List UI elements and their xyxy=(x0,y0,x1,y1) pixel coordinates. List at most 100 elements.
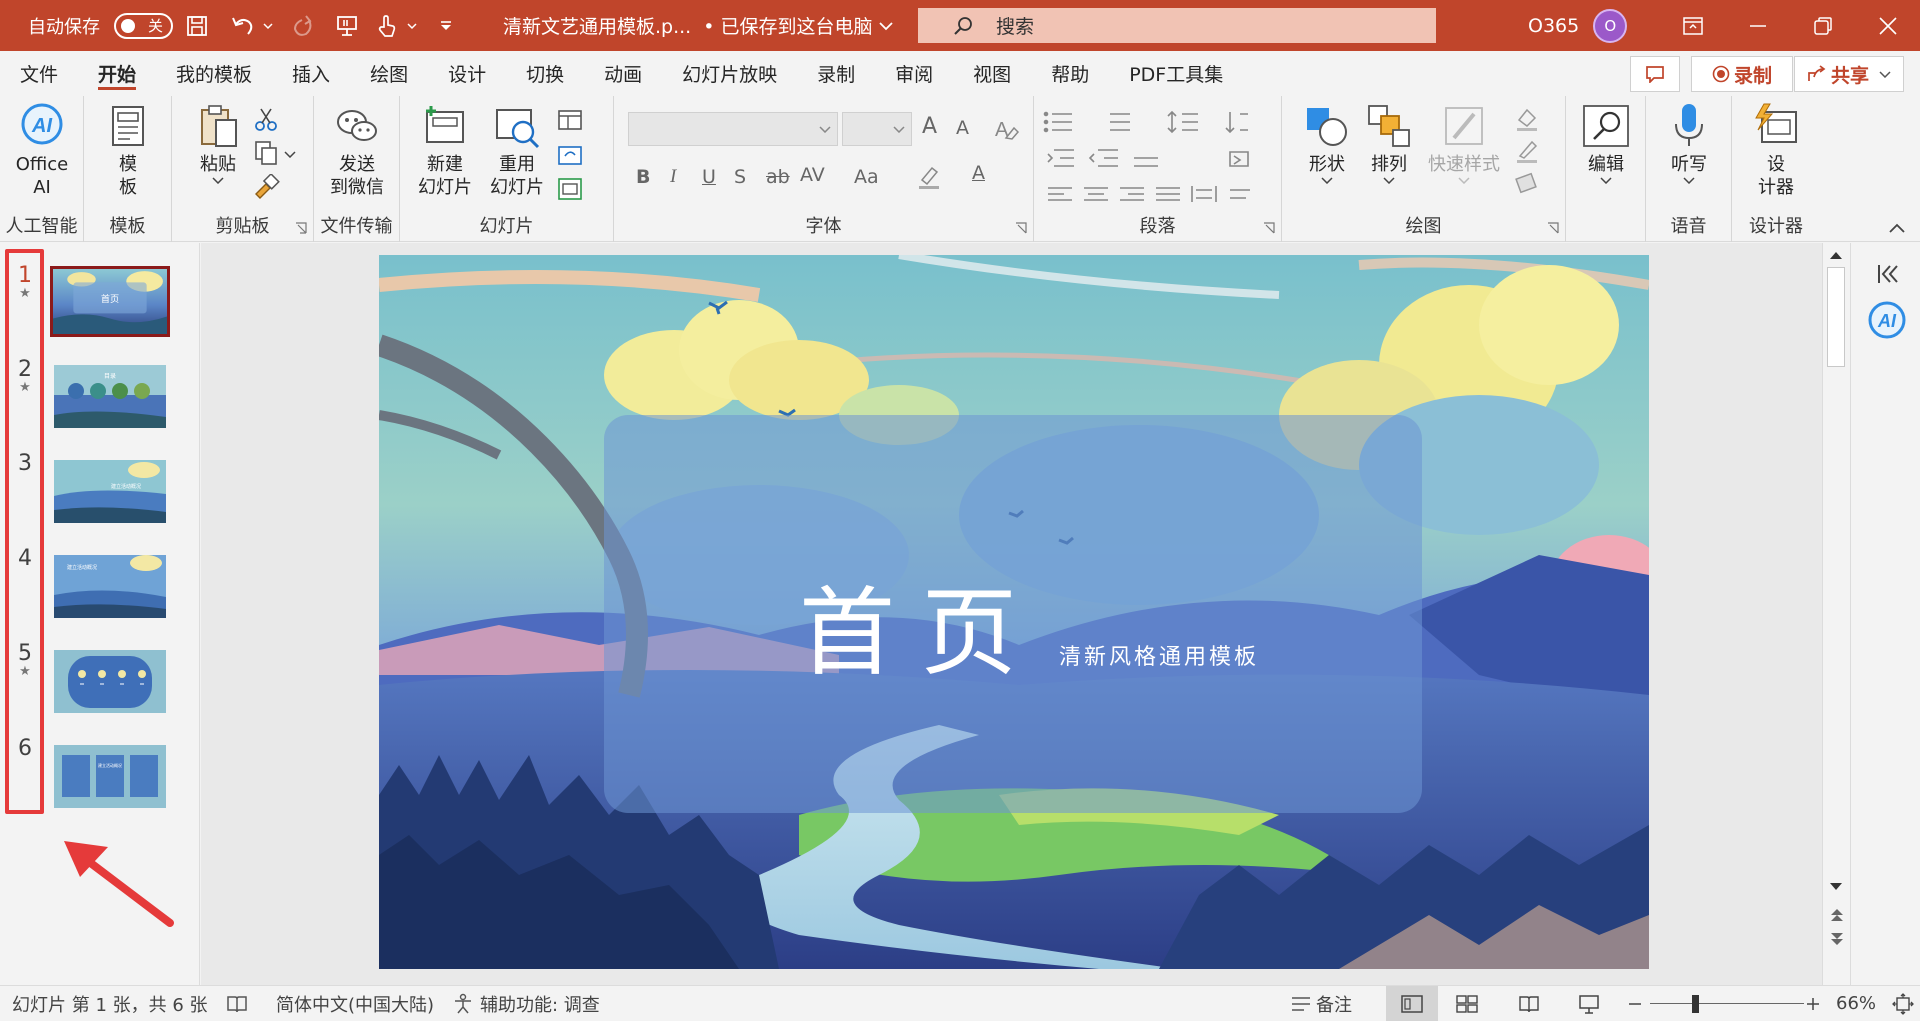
new-slide-button[interactable]: 新建 幻灯片 xyxy=(412,102,478,199)
collapse-ribbon-icon[interactable] xyxy=(1888,222,1906,234)
office-ai-button[interactable]: AI Office AI xyxy=(12,102,72,199)
ai-assistant-icon[interactable]: AI xyxy=(1867,300,1907,340)
close-icon[interactable] xyxy=(1855,0,1920,51)
arrange-button[interactable]: 排列 xyxy=(1362,102,1416,184)
spacing-button[interactable]: AV xyxy=(800,164,825,186)
grow-font-button[interactable]: A xyxy=(922,114,937,139)
shape-button[interactable]: 形状 xyxy=(1300,102,1354,184)
designer-button[interactable]: 设 计器 xyxy=(1746,102,1806,199)
current-slide[interactable]: 首页 清新风格通用模板 xyxy=(379,255,1649,969)
section-icon[interactable] xyxy=(556,176,584,202)
scroll-down-icon[interactable] xyxy=(1829,881,1843,893)
font-name-select[interactable] xyxy=(628,112,838,146)
slideshow-button[interactable] xyxy=(1578,986,1600,1021)
accessibility-status[interactable]: 辅助功能: 调查 xyxy=(452,986,600,1021)
slide-thumbnail-2[interactable]: 目录 xyxy=(54,365,166,428)
zoom-in-icon[interactable] xyxy=(1806,986,1820,1021)
font-color-button[interactable]: A xyxy=(972,162,985,184)
zoom-out-icon[interactable] xyxy=(1628,986,1642,1021)
tab-13[interactable]: PDF工具集 xyxy=(1109,51,1243,96)
spell-check-icon[interactable] xyxy=(226,986,248,1021)
search-input[interactable]: 搜索 xyxy=(918,8,1436,43)
undo-dropdown-icon[interactable] xyxy=(261,0,275,51)
tab-6[interactable]: 切换 xyxy=(506,51,584,96)
paste-button[interactable]: 粘贴 xyxy=(190,102,246,184)
tab-8[interactable]: 幻灯片放映 xyxy=(662,51,797,96)
slide-title[interactable]: 首页 xyxy=(799,555,1043,694)
shrink-font-button[interactable]: A xyxy=(956,117,969,139)
dictate-button[interactable]: 听写 xyxy=(1660,102,1718,184)
highlight-icon[interactable] xyxy=(916,164,944,190)
underline-button[interactable]: U xyxy=(702,166,716,188)
shadow-button[interactable]: S xyxy=(734,166,746,188)
shape-outline-icon[interactable] xyxy=(1514,138,1542,164)
slide-subtitle[interactable]: 清新风格通用模板 xyxy=(1059,639,1259,671)
change-case-button[interactable]: Aa xyxy=(854,166,879,188)
fit-to-window-icon[interactable] xyxy=(1892,986,1914,1021)
layout-icon[interactable] xyxy=(556,108,584,134)
tab-5[interactable]: 设计 xyxy=(428,51,506,96)
slide-thumbnail-6[interactable]: 建立活动概况 xyxy=(54,745,166,808)
collapse-pane-icon[interactable] xyxy=(1876,263,1900,285)
slide-thumbnail-1[interactable]: 首页 xyxy=(50,266,170,337)
tab-11[interactable]: 视图 xyxy=(953,51,1031,96)
format-painter-icon[interactable] xyxy=(252,174,280,200)
minimize-icon[interactable] xyxy=(1725,0,1790,51)
zoom-slider[interactable] xyxy=(1650,986,1804,1021)
slide-sorter-button[interactable] xyxy=(1456,986,1478,1021)
slide-thumbnail-4[interactable]: 建立活动概况 xyxy=(54,555,166,618)
zoom-level[interactable]: 66% xyxy=(1836,986,1876,1021)
template-button[interactable]: 模 板 xyxy=(104,102,152,199)
shape-effects-icon[interactable] xyxy=(1514,170,1542,196)
save-icon[interactable] xyxy=(181,0,213,51)
autosave-toggle[interactable]: 关 xyxy=(114,12,173,39)
tab-4[interactable]: 绘图 xyxy=(350,51,428,96)
zoom-slider-thumb[interactable] xyxy=(1692,995,1699,1013)
paragraph-buttons[interactable] xyxy=(1034,100,1282,210)
presenter-icon[interactable] xyxy=(329,0,365,51)
copy-icon[interactable] xyxy=(252,140,280,166)
avatar[interactable]: O xyxy=(1593,8,1628,43)
italic-button[interactable]: I xyxy=(670,166,676,188)
cut-icon[interactable] xyxy=(252,106,280,132)
touch-dropdown-icon[interactable] xyxy=(405,0,419,51)
scroll-thumb[interactable] xyxy=(1827,267,1845,367)
send-to-wechat-button[interactable]: 发送 到微信 xyxy=(322,102,392,199)
tab-1[interactable]: 开始 xyxy=(78,51,156,96)
slide-thumbnail-5[interactable] xyxy=(54,650,166,713)
document-title[interactable]: 清新文艺通用模板.p... • 已保存到这台电脑 xyxy=(503,0,894,51)
record-button[interactable]: 录制 xyxy=(1691,56,1793,92)
restore-icon[interactable] xyxy=(1790,0,1855,51)
editing-button[interactable]: 编辑 xyxy=(1578,102,1634,184)
slide-thumbnail-3[interactable]: 建立活动概况 xyxy=(54,460,166,523)
account-area[interactable]: O365 O xyxy=(1528,0,1628,51)
share-button[interactable]: 共享 xyxy=(1794,56,1904,92)
tab-9[interactable]: 录制 xyxy=(797,51,875,96)
copy-dropdown-icon[interactable] xyxy=(284,150,296,158)
reuse-slide-button[interactable]: 重用 幻灯片 xyxy=(484,102,550,199)
tab-2[interactable]: 我的模板 xyxy=(156,51,272,96)
scroll-up-icon[interactable] xyxy=(1829,249,1843,261)
reading-view-button[interactable] xyxy=(1518,986,1540,1021)
tab-3[interactable]: 插入 xyxy=(272,51,350,96)
next-slide-icon[interactable] xyxy=(1829,931,1845,947)
font-size-select[interactable] xyxy=(842,112,912,146)
previous-slide-icon[interactable] xyxy=(1829,907,1845,923)
comments-button[interactable] xyxy=(1630,56,1680,92)
tab-10[interactable]: 审阅 xyxy=(875,51,953,96)
clear-format-icon[interactable]: A xyxy=(992,116,1020,142)
reset-icon[interactable] xyxy=(556,142,584,168)
notes-button[interactable]: 备注 xyxy=(1290,986,1352,1021)
quick-style-button[interactable]: 快速样式 xyxy=(1422,102,1506,184)
strikethrough-button[interactable]: ab xyxy=(766,166,790,188)
ribbon-display-icon[interactable] xyxy=(1660,0,1725,51)
shape-fill-icon[interactable] xyxy=(1514,106,1542,132)
normal-view-button[interactable] xyxy=(1386,986,1438,1021)
tab-12[interactable]: 帮助 xyxy=(1031,51,1109,96)
redo-icon[interactable] xyxy=(285,0,321,51)
customize-qat-icon[interactable] xyxy=(431,0,461,51)
bold-button[interactable]: B xyxy=(636,166,650,188)
undo-icon[interactable] xyxy=(225,0,261,51)
tab-0[interactable]: 文件 xyxy=(0,51,78,96)
language-status[interactable]: 简体中文(中国大陆) xyxy=(276,986,434,1021)
